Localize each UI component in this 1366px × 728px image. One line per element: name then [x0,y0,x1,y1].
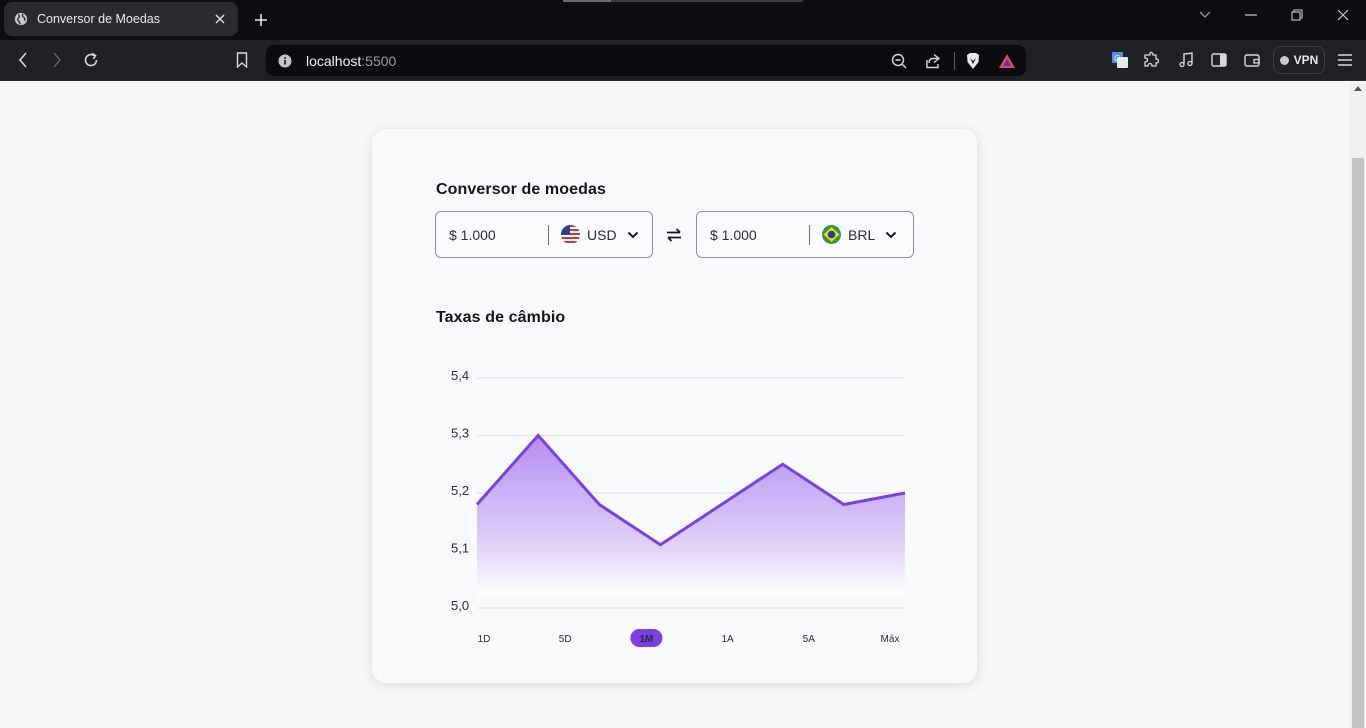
minimize-icon[interactable] [1240,6,1262,24]
address-bar[interactable]: localhost:5500 [266,45,1026,76]
range-label: 1M [639,634,653,645]
field-divider [548,224,549,245]
y-tick-label: 5,4 [451,368,469,383]
rates-title: Taxas de câmbio [436,309,566,326]
media-controls-icon[interactable] [1175,49,1197,71]
to-currency-code: BRL [848,226,876,243]
tab-search-chevron-icon[interactable] [1194,6,1216,24]
y-tick-label: 5,1 [451,541,469,556]
forward-icon[interactable] [46,49,68,71]
vpn-status-icon [1279,55,1289,65]
globe-icon [14,12,28,26]
translate-icon[interactable]: G [1109,49,1131,71]
sidebar-toggle-icon[interactable] [1208,49,1230,71]
to-currency-field[interactable]: $ 1.000 BRL [696,211,914,258]
omnibox-divider [954,52,955,70]
browser-tab-bar: Conversor de Moedas [0,0,1366,40]
y-tick-label: 5,0 [451,598,469,613]
close-tab-icon[interactable] [212,11,228,27]
brave-shields-icon[interactable] [962,50,984,72]
y-tick-label: 5,2 [451,483,469,498]
brave-rewards-icon[interactable] [996,50,1018,72]
restore-icon[interactable] [1286,6,1308,24]
brazil-flag-icon [822,225,841,244]
page-scrollbar[interactable] [1350,82,1366,728]
site-info-icon[interactable] [278,54,292,68]
converter-title: Conversor de moedas [436,181,606,198]
range-label: 5D [559,634,572,645]
field-divider [809,224,810,245]
reload-icon[interactable] [80,49,102,71]
zoom-out-icon[interactable] [888,50,910,72]
range-label: 1D [478,634,491,645]
range-button-5d[interactable]: 5D [559,634,572,645]
wallet-icon[interactable] [1241,49,1263,71]
range-label: 5A [803,634,816,645]
close-window-icon[interactable] [1332,6,1354,24]
range-button-5a[interactable]: 5A [803,634,816,645]
range-label: Máx [881,634,900,645]
url-host: localhost [306,52,362,69]
chevron-down-icon[interactable] [884,228,898,242]
y-tick-label: 5,3 [451,426,469,441]
swap-arrows-icon[interactable] [664,225,684,245]
series-area [477,435,905,596]
us-flag-icon [561,225,580,244]
url-text: localhost:5500 [306,53,396,69]
range-button-1d[interactable]: 1D [478,634,491,645]
range-label: 1A [721,634,734,645]
menu-icon[interactable] [1334,49,1356,71]
from-currency-code: USD [587,226,617,243]
url-port: :5500 [361,52,397,69]
scroll-up-icon[interactable] [1354,86,1362,91]
to-amount-input[interactable]: $ 1.000 [697,227,809,243]
range-button-1a[interactable]: 1A [721,634,734,645]
share-icon[interactable] [922,50,944,72]
browser-tab[interactable]: Conversor de Moedas [4,2,238,36]
svg-text:G: G [1114,54,1120,63]
vpn-label: VPN [1293,53,1319,67]
tabstrip-indicator [563,0,803,2]
from-currency-field[interactable]: $ 1.000 USD [435,211,653,258]
converter-card: Conversor de moedas $ 1.000 USD $ 1.000 … [372,129,977,683]
vpn-button[interactable]: VPN [1273,46,1325,74]
back-icon[interactable] [12,49,34,71]
scrollbar-thumb[interactable] [1352,158,1364,728]
bookmark-icon[interactable] [231,49,253,71]
range-button-máx[interactable]: Máx [881,634,900,645]
chevron-down-icon[interactable] [626,228,640,242]
exchange-rate-chart: 5,0 5,1 5,2 5,3 5,4 1D 5D 1M 1A 5A Máx [451,368,906,647]
from-amount-input[interactable]: $ 1.000 [436,227,548,243]
new-tab-icon[interactable] [251,10,271,30]
extensions-icon[interactable] [1141,49,1163,71]
browser-toolbar: localhost:5500 G VPN [0,40,1366,81]
page-viewport: Conversor de moedas $ 1.000 USD $ 1.000 … [0,82,1350,728]
tab-title: Conversor de Moedas [37,12,160,26]
range-button-1m[interactable]: 1M [630,629,663,647]
